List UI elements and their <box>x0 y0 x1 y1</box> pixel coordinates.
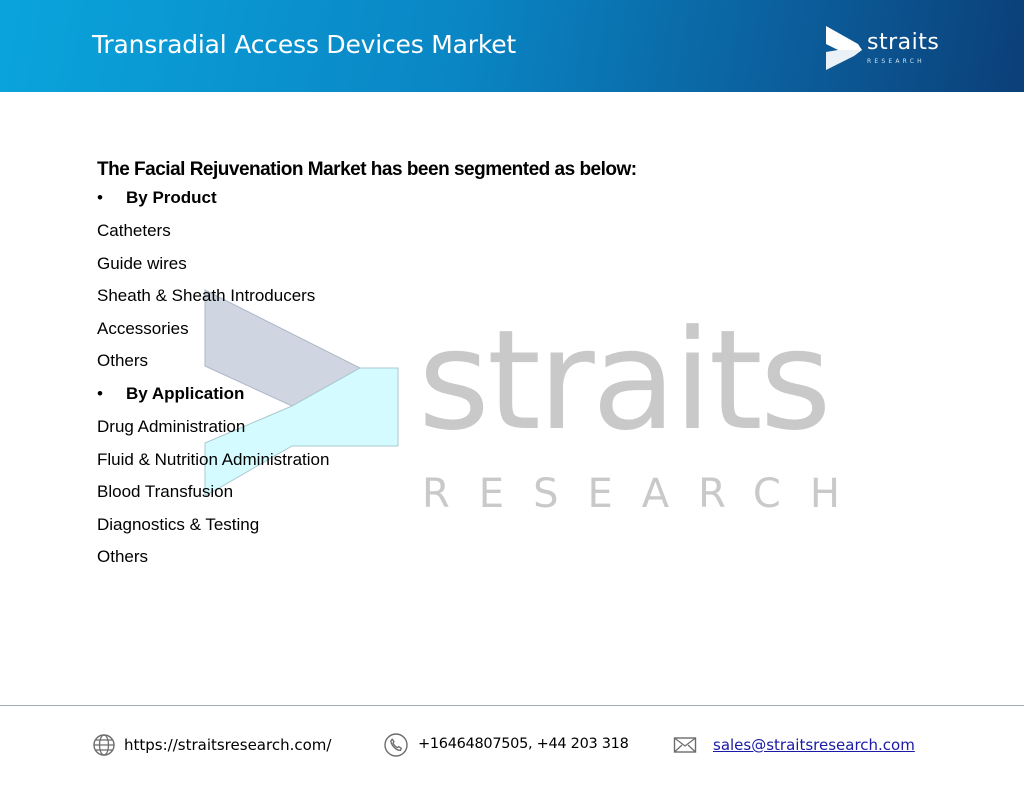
brand-logo-icon <box>826 26 862 70</box>
bullet-by-application: • By Application <box>97 382 797 415</box>
phone-icon <box>384 733 408 757</box>
bullet-by-product: • By Product <box>97 186 797 219</box>
list-item: Others <box>97 547 149 567</box>
list-item: Blood Transfusion <box>97 482 234 502</box>
list-item: Sheath & Sheath Introducers <box>97 286 316 306</box>
bullet-dot: • <box>97 383 103 403</box>
list-item: Diagnostics & Testing <box>97 514 260 534</box>
list-item: Fluid & Nutrition Administration <box>97 449 330 469</box>
globe-icon <box>93 734 115 756</box>
header-banner: Transradial Access Devices Market strait… <box>0 0 1024 92</box>
list-item: Drug Administration <box>97 416 246 436</box>
list-item: Guide wires <box>97 253 187 273</box>
bullet-label: By Product <box>126 188 217 207</box>
page-title: Transradial Access Devices Market <box>92 30 517 59</box>
bullet-label: By Application <box>126 383 245 403</box>
section-heading: The Facial Rejuvenation Market has been … <box>97 159 637 180</box>
envelope-icon <box>673 737 697 753</box>
list-item: Accessories <box>97 318 189 338</box>
list-item: Catheters <box>97 221 171 240</box>
phone-numbers: +16464807505, +44 203 318 <box>418 736 629 752</box>
brand-wordmark: straits <box>867 30 940 55</box>
website-link[interactable]: https://straitsresearch.com/ <box>124 736 331 754</box>
list-item: Others <box>97 351 149 371</box>
segmentation-content: The Facial Rejuvenation Market has been … <box>97 158 797 578</box>
bullet-dot: • <box>97 188 103 207</box>
email-link[interactable]: sales@straitsresearch.com <box>713 736 915 754</box>
footer-divider <box>0 705 1024 706</box>
brand-logo: straits RESEARCH <box>824 24 954 72</box>
brand-tagline: RESEARCH <box>867 58 925 65</box>
